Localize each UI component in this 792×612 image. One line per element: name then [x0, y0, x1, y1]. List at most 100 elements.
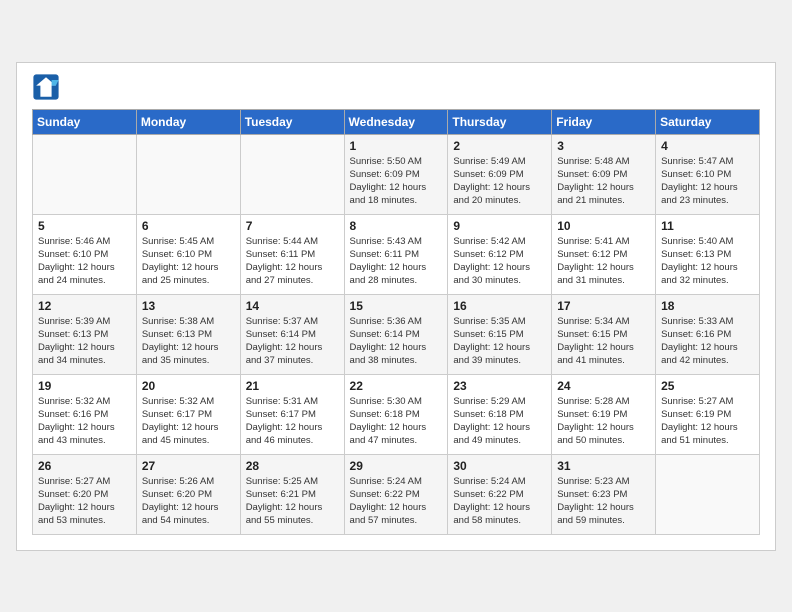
- calendar-cell: 14 Sunrise: 5:37 AM Sunset: 6:14 PM Dayli…: [240, 294, 344, 374]
- day-number: 15: [350, 299, 443, 313]
- day-info: Sunrise: 5:24 AM Sunset: 6:22 PM Dayligh…: [453, 475, 546, 528]
- day-info: Sunrise: 5:35 AM Sunset: 6:15 PM Dayligh…: [453, 315, 546, 368]
- day-number: 11: [661, 219, 754, 233]
- calendar-cell: 3 Sunrise: 5:48 AM Sunset: 6:09 PM Daylig…: [552, 134, 656, 214]
- day-number: 20: [142, 379, 235, 393]
- calendar-cell: 10 Sunrise: 5:41 AM Sunset: 6:12 PM Dayli…: [552, 214, 656, 294]
- calendar-cell: 27Sunrise: 5:26 AM Sunset: 6:20 PM Dayli…: [136, 454, 240, 534]
- calendar-cell: 7 Sunrise: 5:44 AM Sunset: 6:11 PM Daylig…: [240, 214, 344, 294]
- day-info: Sunrise: 5:25 AM Sunset: 6:21 PM Dayligh…: [246, 475, 339, 528]
- day-info: Sunrise: 5:28 AM Sunset: 6:19 PM Dayligh…: [557, 395, 650, 448]
- calendar-cell: 22 Sunrise: 5:30 AM Sunset: 6:18 PM Dayli…: [344, 374, 448, 454]
- day-number: 19: [38, 379, 131, 393]
- day-number: 23: [453, 379, 546, 393]
- logo-icon: [32, 73, 60, 101]
- calendar-week-row: 26 Sunrise: 5:27 AM Sunset: 6:20 PM Dayli…: [33, 454, 760, 534]
- day-info: Sunrise: 5:32 AM Sunset: 6:16 PM Dayligh…: [38, 395, 131, 448]
- calendar-cell: [33, 134, 137, 214]
- day-info: Sunrise: 5:49 AM Sunset: 6:09 PM Dayligh…: [453, 155, 546, 208]
- day-info: Sunrise: 5:42 AM Sunset: 6:12 PM Dayligh…: [453, 235, 546, 288]
- weekday-header-friday: Friday: [552, 109, 656, 134]
- day-info: Sunrise: 5:27 AM Sunset: 6:20 PM Dayligh…: [38, 475, 131, 528]
- day-number: 1: [350, 139, 443, 153]
- calendar-cell: [240, 134, 344, 214]
- day-number: 12: [38, 299, 131, 313]
- weekday-header-wednesday: Wednesday: [344, 109, 448, 134]
- calendar-cell: 31Sunrise: 5:23 AM Sunset: 6:23 PM Dayli…: [552, 454, 656, 534]
- day-info: Sunrise: 5:48 AM Sunset: 6:09 PM Dayligh…: [557, 155, 650, 208]
- weekday-header-monday: Monday: [136, 109, 240, 134]
- calendar-cell: 30 Sunrise: 5:24 AM Sunset: 6:22 PM Dayli…: [448, 454, 552, 534]
- day-number: 29: [350, 459, 443, 473]
- logo: [32, 73, 64, 101]
- day-info: Sunrise: 5:46 AM Sunset: 6:10 PM Dayligh…: [38, 235, 131, 288]
- calendar-cell: 19 Sunrise: 5:32 AM Sunset: 6:16 PM Dayli…: [33, 374, 137, 454]
- day-number: 22: [350, 379, 443, 393]
- day-number: 17: [557, 299, 650, 313]
- day-info: Sunrise: 5:26 AM Sunset: 6:20 PM Dayligh…: [142, 475, 235, 528]
- calendar-cell: 20 Sunrise: 5:32 AM Sunset: 6:17 PM Dayli…: [136, 374, 240, 454]
- day-number: 31: [557, 459, 650, 473]
- calendar-cell: 8 Sunrise: 5:43 AM Sunset: 6:11 PM Daylig…: [344, 214, 448, 294]
- day-info: Sunrise: 5:40 AM Sunset: 6:13 PM Dayligh…: [661, 235, 754, 288]
- weekday-header-row: SundayMondayTuesdayWednesdayThursdayFrid…: [33, 109, 760, 134]
- calendar-table: SundayMondayTuesdayWednesdayThursdayFrid…: [32, 109, 760, 535]
- calendar-week-row: 1 Sunrise: 5:50 AM Sunset: 6:09 PM Daylig…: [33, 134, 760, 214]
- day-info: Sunrise: 5:37 AM Sunset: 6:14 PM Dayligh…: [246, 315, 339, 368]
- day-info: Sunrise: 5:41 AM Sunset: 6:12 PM Dayligh…: [557, 235, 650, 288]
- calendar-week-row: 5 Sunrise: 5:46 AM Sunset: 6:10 PM Daylig…: [33, 214, 760, 294]
- day-info: Sunrise: 5:31 AM Sunset: 6:17 PM Dayligh…: [246, 395, 339, 448]
- calendar-cell: 29 Sunrise: 5:24 AM Sunset: 6:22 PM Dayli…: [344, 454, 448, 534]
- calendar-cell: 9Sunrise: 5:42 AM Sunset: 6:12 PM Daylig…: [448, 214, 552, 294]
- day-number: 18: [661, 299, 754, 313]
- calendar-cell: 26 Sunrise: 5:27 AM Sunset: 6:20 PM Dayli…: [33, 454, 137, 534]
- day-info: Sunrise: 5:27 AM Sunset: 6:19 PM Dayligh…: [661, 395, 754, 448]
- day-info: Sunrise: 5:32 AM Sunset: 6:17 PM Dayligh…: [142, 395, 235, 448]
- weekday-header-sunday: Sunday: [33, 109, 137, 134]
- day-number: 14: [246, 299, 339, 313]
- day-number: 30: [453, 459, 546, 473]
- day-info: Sunrise: 5:38 AM Sunset: 6:13 PM Dayligh…: [142, 315, 235, 368]
- calendar-cell: 13 Sunrise: 5:38 AM Sunset: 6:13 PM Dayli…: [136, 294, 240, 374]
- day-number: 25: [661, 379, 754, 393]
- weekday-header-tuesday: Tuesday: [240, 109, 344, 134]
- day-number: 24: [557, 379, 650, 393]
- day-info: Sunrise: 5:29 AM Sunset: 6:18 PM Dayligh…: [453, 395, 546, 448]
- calendar-cell: 4 Sunrise: 5:47 AM Sunset: 6:10 PM Daylig…: [656, 134, 760, 214]
- day-number: 4: [661, 139, 754, 153]
- calendar-cell: 11 Sunrise: 5:40 AM Sunset: 6:13 PM Dayli…: [656, 214, 760, 294]
- day-number: 16: [453, 299, 546, 313]
- day-info: Sunrise: 5:30 AM Sunset: 6:18 PM Dayligh…: [350, 395, 443, 448]
- day-number: 8: [350, 219, 443, 233]
- day-number: 5: [38, 219, 131, 233]
- day-info: Sunrise: 5:47 AM Sunset: 6:10 PM Dayligh…: [661, 155, 754, 208]
- calendar-container: SundayMondayTuesdayWednesdayThursdayFrid…: [16, 62, 776, 551]
- day-number: 21: [246, 379, 339, 393]
- day-number: 3: [557, 139, 650, 153]
- calendar-cell: 12 Sunrise: 5:39 AM Sunset: 6:13 PM Dayli…: [33, 294, 137, 374]
- header-area: [32, 73, 760, 101]
- calendar-cell: 28Sunrise: 5:25 AM Sunset: 6:21 PM Dayli…: [240, 454, 344, 534]
- calendar-cell: 6Sunrise: 5:45 AM Sunset: 6:10 PM Daylig…: [136, 214, 240, 294]
- calendar-cell: 23 Sunrise: 5:29 AM Sunset: 6:18 PM Dayli…: [448, 374, 552, 454]
- calendar-cell: 5 Sunrise: 5:46 AM Sunset: 6:10 PM Daylig…: [33, 214, 137, 294]
- day-number: 7: [246, 219, 339, 233]
- day-info: Sunrise: 5:50 AM Sunset: 6:09 PM Dayligh…: [350, 155, 443, 208]
- calendar-cell: 18 Sunrise: 5:33 AM Sunset: 6:16 PM Dayli…: [656, 294, 760, 374]
- day-info: Sunrise: 5:44 AM Sunset: 6:11 PM Dayligh…: [246, 235, 339, 288]
- day-number: 26: [38, 459, 131, 473]
- calendar-week-row: 12 Sunrise: 5:39 AM Sunset: 6:13 PM Dayli…: [33, 294, 760, 374]
- day-number: 2: [453, 139, 546, 153]
- day-info: Sunrise: 5:43 AM Sunset: 6:11 PM Dayligh…: [350, 235, 443, 288]
- day-number: 10: [557, 219, 650, 233]
- weekday-header-saturday: Saturday: [656, 109, 760, 134]
- day-number: 13: [142, 299, 235, 313]
- calendar-week-row: 19 Sunrise: 5:32 AM Sunset: 6:16 PM Dayli…: [33, 374, 760, 454]
- day-info: Sunrise: 5:24 AM Sunset: 6:22 PM Dayligh…: [350, 475, 443, 528]
- day-info: Sunrise: 5:33 AM Sunset: 6:16 PM Dayligh…: [661, 315, 754, 368]
- calendar-cell: 15Sunrise: 5:36 AM Sunset: 6:14 PM Dayli…: [344, 294, 448, 374]
- calendar-cell: 16 Sunrise: 5:35 AM Sunset: 6:15 PM Dayli…: [448, 294, 552, 374]
- day-info: Sunrise: 5:34 AM Sunset: 6:15 PM Dayligh…: [557, 315, 650, 368]
- day-info: Sunrise: 5:39 AM Sunset: 6:13 PM Dayligh…: [38, 315, 131, 368]
- day-number: 6: [142, 219, 235, 233]
